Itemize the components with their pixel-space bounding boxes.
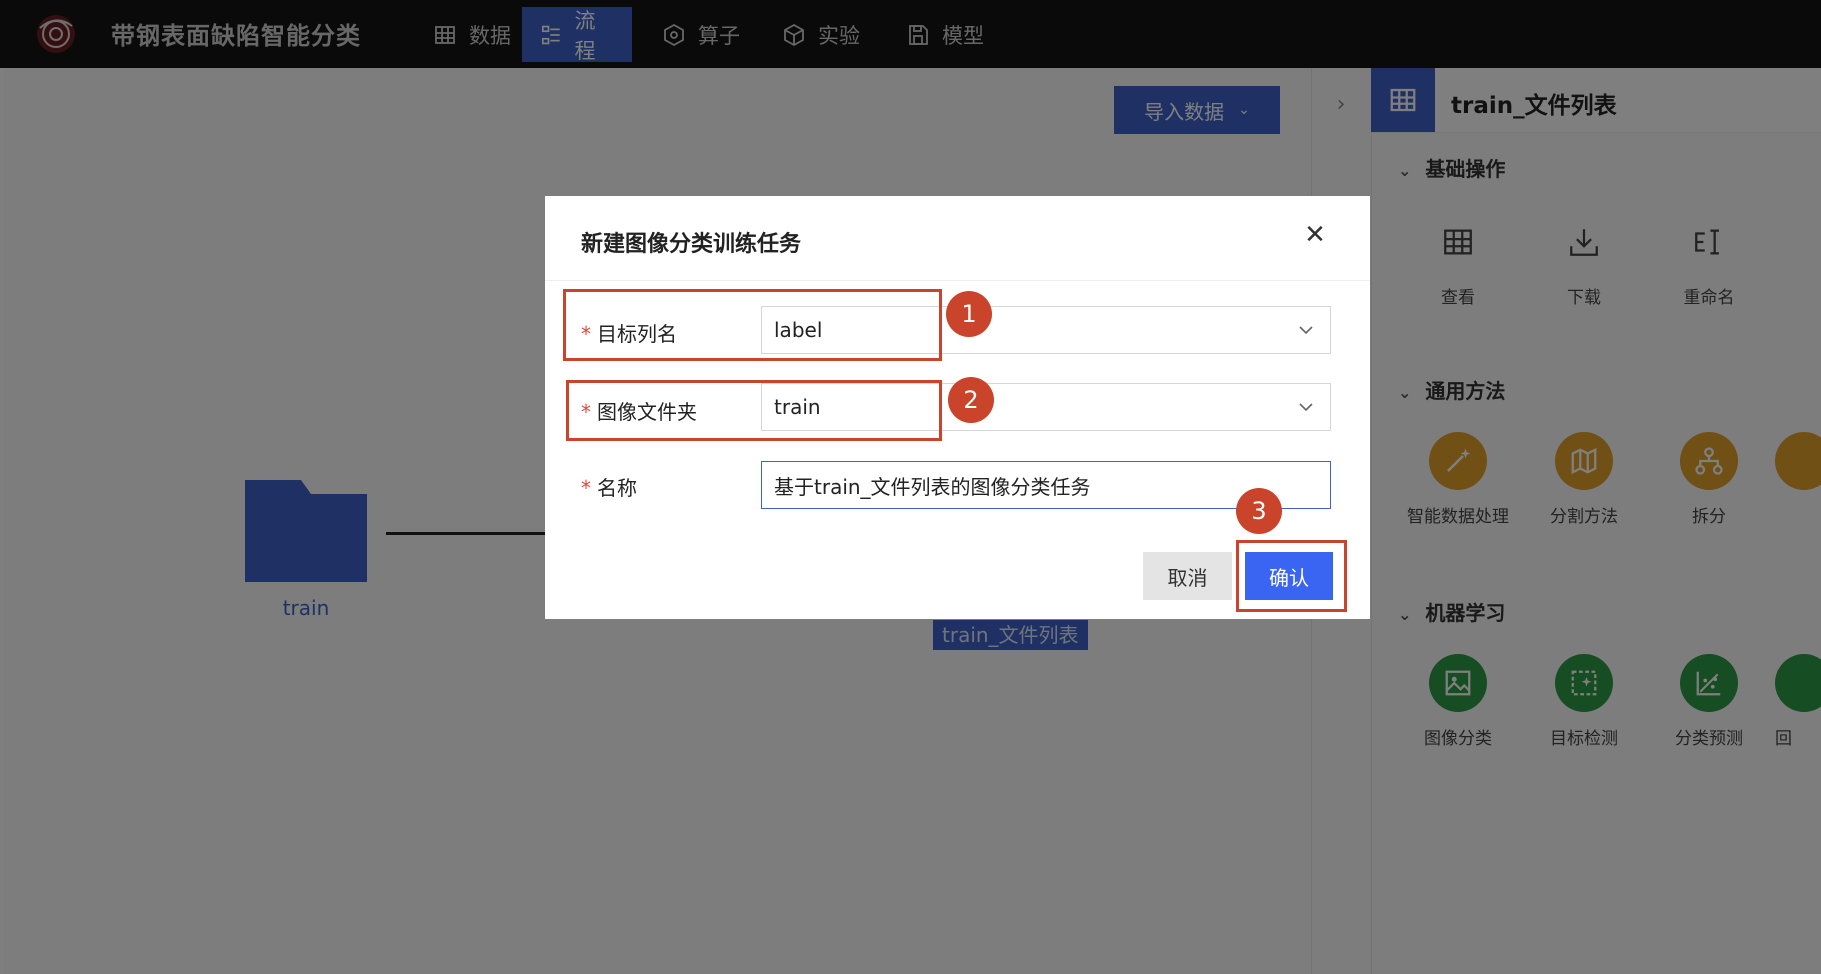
- step-marker-1: 1: [946, 291, 992, 337]
- highlight-box-1: [563, 289, 942, 361]
- dialog-divider: [545, 280, 1370, 281]
- dialog-title: 新建图像分类训练任务: [581, 232, 802, 257]
- name-label: * 名称: [581, 476, 637, 500]
- close-icon[interactable]: ✕: [1300, 220, 1330, 250]
- step-marker-3: 3: [1236, 488, 1282, 534]
- highlight-box-2: [566, 380, 942, 441]
- highlight-box-3: [1236, 540, 1347, 612]
- chevron-down-icon: [1299, 403, 1313, 412]
- name-value: 基于train_文件列表的图像分类任务: [774, 474, 1091, 499]
- cancel-button[interactable]: 取消: [1143, 552, 1232, 600]
- chevron-down-icon: [1299, 326, 1313, 335]
- step-marker-2: 2: [948, 377, 994, 423]
